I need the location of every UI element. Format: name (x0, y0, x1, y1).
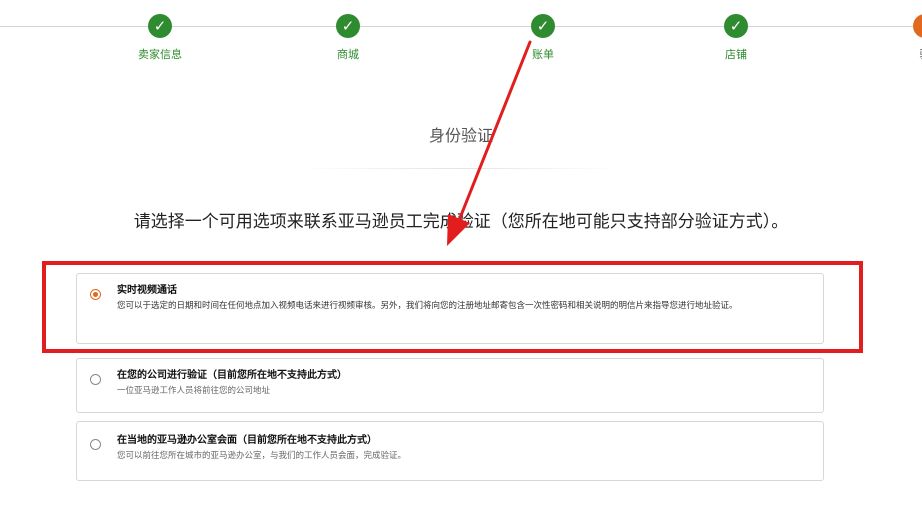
annotation-arrow-icon (447, 40, 532, 246)
